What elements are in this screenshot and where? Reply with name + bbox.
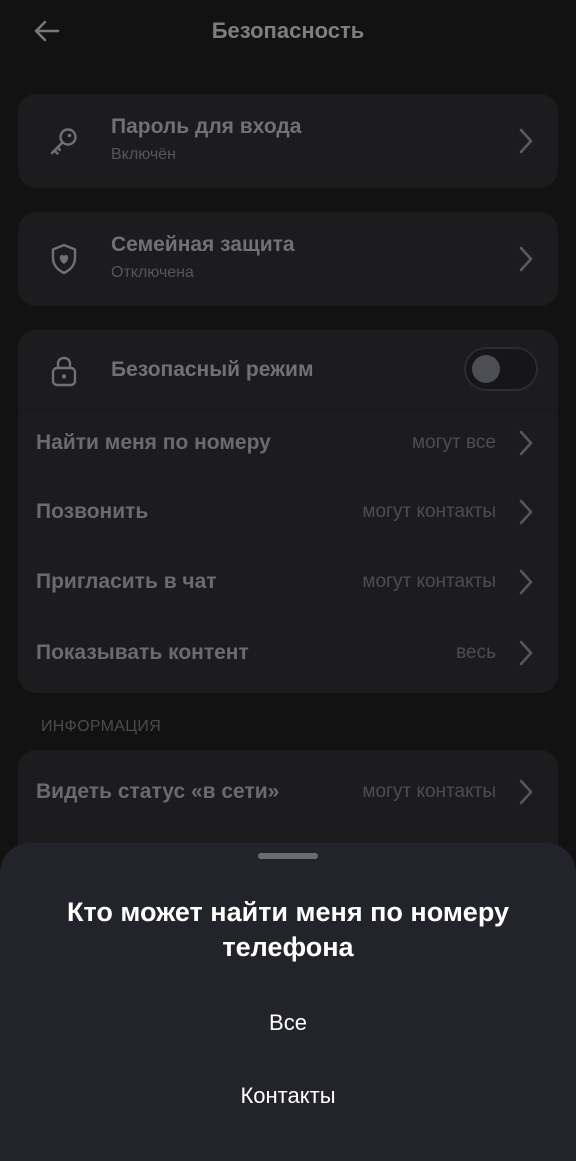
online-status-row[interactable]: Видеть статус «в сети» могут контакты	[18, 750, 558, 834]
call-permission-row[interactable]: Позвонить могут контакты	[18, 478, 558, 548]
top-bar: Безопасность	[0, 0, 576, 64]
family-protection-card[interactable]: Семейная защита Отключена	[18, 212, 558, 306]
info-section-header: ИНФОРМАЦИЯ	[41, 718, 162, 735]
privacy-settings-card: Безопасный режим Найти меня по номеру мо…	[18, 330, 558, 693]
bottom-sheet: Кто может найти меня по номеру телефона …	[0, 843, 576, 1161]
show-content-label: Показывать контент	[36, 641, 249, 664]
sheet-title: Кто может найти меня по номеру телефона	[67, 897, 509, 962]
password-title: Пароль для входа	[111, 115, 302, 138]
password-status: Включён	[111, 146, 176, 163]
find-by-number-value: могут все	[412, 432, 496, 453]
safe-mode-label: Безопасный режим	[111, 358, 314, 381]
show-content-value: весь	[456, 642, 496, 663]
toggle-knob	[472, 355, 500, 383]
chevron-right-icon	[516, 778, 536, 806]
chat-invite-label: Пригласить в чат	[36, 570, 217, 593]
sheet-drag-handle[interactable]	[258, 853, 318, 859]
safe-mode-row[interactable]: Безопасный режим	[18, 330, 558, 408]
shield-heart-icon	[46, 241, 82, 277]
option-contacts[interactable]: Контакты	[0, 1068, 576, 1124]
safe-mode-toggle[interactable]	[464, 347, 538, 391]
call-permission-value: могут контакты	[362, 501, 496, 522]
chevron-right-icon	[516, 498, 536, 526]
chat-invite-value: могут контакты	[362, 571, 496, 592]
chevron-right-icon	[516, 127, 536, 155]
family-protection-title: Семейная защита	[111, 233, 295, 256]
chevron-right-icon	[516, 429, 536, 457]
chevron-right-icon	[516, 568, 536, 596]
lock-icon	[46, 353, 82, 389]
password-card[interactable]: Пароль для входа Включён	[18, 94, 558, 188]
online-status-value: могут контакты	[362, 781, 496, 802]
chevron-right-icon	[516, 245, 536, 273]
chat-invite-row[interactable]: Пригласить в чат могут контакты	[18, 548, 558, 618]
chevron-right-icon	[516, 639, 536, 667]
security-screen: Безопасность Пароль для входа Включён Се…	[0, 0, 576, 1161]
option-everyone[interactable]: Все	[0, 995, 576, 1051]
key-icon	[46, 123, 82, 159]
page-title: Безопасность	[211, 18, 365, 43]
find-by-number-label: Найти меня по номеру	[36, 431, 271, 454]
online-status-label: Видеть статус «в сети»	[36, 780, 280, 803]
family-protection-status: Отключена	[111, 264, 194, 281]
find-by-number-row[interactable]: Найти меня по номеру могут все	[18, 408, 558, 479]
show-content-row[interactable]: Показывать контент весь	[18, 618, 558, 690]
call-permission-label: Позвонить	[36, 500, 149, 523]
